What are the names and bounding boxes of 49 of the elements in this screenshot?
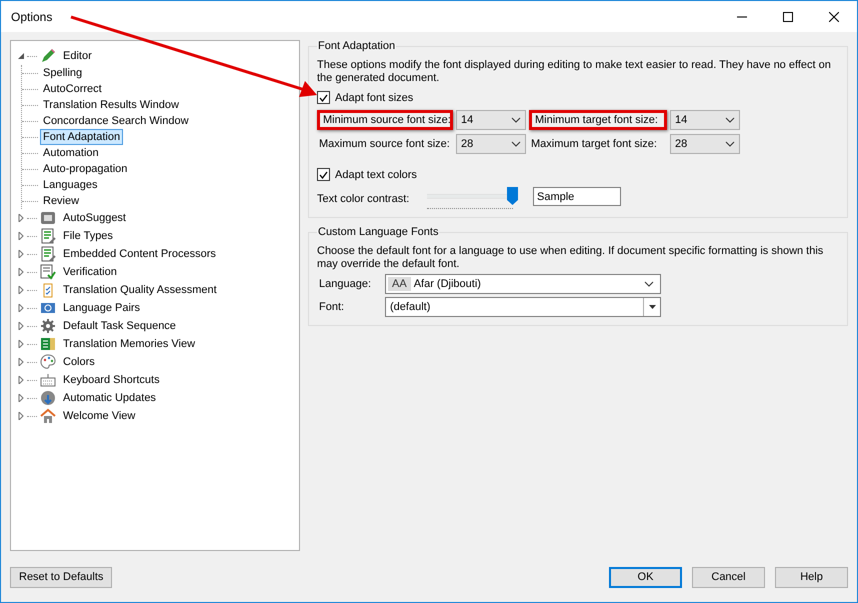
checkbox-label: Adapt font sizes bbox=[335, 92, 414, 104]
tree-item[interactable]: Translation Memories View bbox=[60, 336, 198, 352]
field-label: Minimum source font size: bbox=[317, 110, 453, 130]
dropdown[interactable]: 14 bbox=[456, 110, 526, 130]
tree-item[interactable]: File Types bbox=[60, 228, 116, 244]
tree-item[interactable]: Concordance Search Window bbox=[40, 113, 192, 129]
slider-label: Text color contrast: bbox=[317, 192, 410, 205]
tree-item[interactable]: Review bbox=[40, 193, 82, 209]
tree-item[interactable]: Translation Results Window bbox=[40, 97, 182, 113]
window-title: Options bbox=[10, 10, 54, 24]
dialog-button[interactable]: Cancel bbox=[692, 566, 765, 588]
group-title: Font Adaptation bbox=[317, 40, 396, 52]
tree-item[interactable]: Automatic Updates bbox=[60, 390, 159, 406]
tree-item[interactable]: Spelling bbox=[40, 65, 86, 81]
tree-item[interactable]: Languages bbox=[40, 177, 100, 193]
language-dropdown[interactable]: AA Afar (Djibouti) bbox=[385, 274, 661, 294]
tree-item[interactable]: Colors bbox=[60, 354, 98, 370]
dropdown-value: Afar (Djibouti) bbox=[414, 278, 482, 290]
tree-item[interactable]: Keyboard Shortcuts bbox=[60, 372, 163, 388]
tree-item[interactable]: Translation Quality Assessment bbox=[60, 282, 220, 298]
font-dropdown[interactable]: (default) bbox=[385, 297, 661, 317]
tree-item[interactable]: Automation bbox=[40, 145, 102, 161]
tree-item[interactable]: Embedded Content Processors bbox=[60, 246, 219, 262]
tree-item[interactable]: Auto-propagation bbox=[40, 161, 130, 177]
tree-item[interactable]: AutoCorrect bbox=[40, 81, 105, 97]
tree-item[interactable]: Font Adaptation bbox=[40, 129, 124, 145]
field-label: Maximum target font size: bbox=[530, 137, 658, 152]
field-label: Font: bbox=[318, 301, 346, 313]
dropdown-value: (default) bbox=[389, 301, 432, 313]
group-title: Custom Language Fonts bbox=[317, 226, 440, 238]
tree-item[interactable]: Editor bbox=[60, 48, 95, 64]
dropdown[interactable]: 28 bbox=[670, 134, 740, 154]
tree-item[interactable]: Verification bbox=[60, 264, 120, 280]
description-text: Choose the default font for a language to use when editing. If document specific formatting is shown this may override the default font. bbox=[317, 245, 824, 271]
dropdown[interactable]: 14 bbox=[670, 110, 740, 130]
description-text: These options modify the font displayed during editing to make text easier to read. They have no effect on the generated document. bbox=[317, 59, 832, 85]
field-label: Maximum source font size: bbox=[318, 137, 451, 152]
dropdown[interactable]: 28 bbox=[456, 134, 526, 154]
field-label: Minimum target font size: bbox=[529, 110, 667, 130]
dialog-button[interactable]: OK bbox=[609, 566, 682, 588]
field-label: Language: bbox=[318, 278, 372, 290]
reset-button[interactable]: Reset to Defaults bbox=[10, 566, 112, 588]
language-badge: AA bbox=[388, 277, 411, 291]
tree-item[interactable]: Language Pairs bbox=[60, 300, 144, 316]
tree-item[interactable]: Welcome View bbox=[60, 408, 138, 424]
dialog-button[interactable]: Help bbox=[775, 566, 848, 588]
tree-item[interactable]: Default Task Sequence bbox=[60, 318, 179, 334]
checkbox-label: Adapt text colors bbox=[335, 168, 417, 180]
tree-item[interactable]: AutoSuggest bbox=[60, 210, 129, 226]
